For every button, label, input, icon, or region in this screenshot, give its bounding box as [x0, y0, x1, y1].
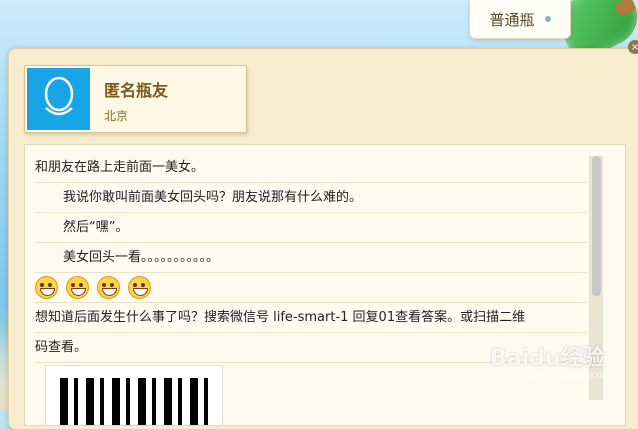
- qr-pattern: [60, 378, 208, 425]
- message-lines: 和朋友在路上走前面一美女。 我说你敢叫前面美女回头吗？朋友说那有什么难的。 然后…: [35, 153, 587, 363]
- tab-label: 普通瓶: [489, 10, 535, 29]
- grin-emoji-icon: [66, 276, 89, 299]
- user-city: 北京: [104, 109, 129, 123]
- close-icon[interactable]: ×: [628, 40, 638, 54]
- baidu-watermark: Baidu经验: [490, 346, 605, 371]
- scrollbar-thumb[interactable]: [592, 156, 601, 296]
- user-card: 匿名瓶友 北京: [24, 65, 247, 133]
- baidu-watermark-sub: jingyan.baidu.com: [520, 370, 613, 381]
- user-name: 匿名瓶友: [104, 81, 169, 100]
- message-line: 美女回头一看。。。。。。。。。。。: [35, 243, 587, 273]
- avatar: [27, 68, 90, 130]
- qq-penguin-icon: [44, 76, 73, 116]
- tab-dot-icon: [544, 16, 551, 22]
- message-box: 和朋友在路上走前面一美女。 我说你敢叫前面美女回头吗？朋友说那有什么难的。 然后…: [24, 144, 626, 426]
- emoji-row: [35, 273, 587, 303]
- tab-normal-bottle[interactable]: 普通瓶: [469, 0, 571, 39]
- message-line: 我说你敢叫前面美女回头吗？朋友说那有什么难的。: [35, 183, 587, 213]
- grin-emoji-icon: [128, 276, 151, 299]
- message-line: 和朋友在路上走前面一美女。: [35, 153, 587, 183]
- grin-emoji-icon: [35, 276, 58, 299]
- qr-code-image: [45, 365, 223, 425]
- grin-emoji-icon: [97, 276, 120, 299]
- message-line: 然后“嘿”。: [35, 213, 587, 243]
- message-line: 想知道后面发生什么事了吗？搜索微信号 life-smart-1 回复01查看答案…: [35, 303, 587, 333]
